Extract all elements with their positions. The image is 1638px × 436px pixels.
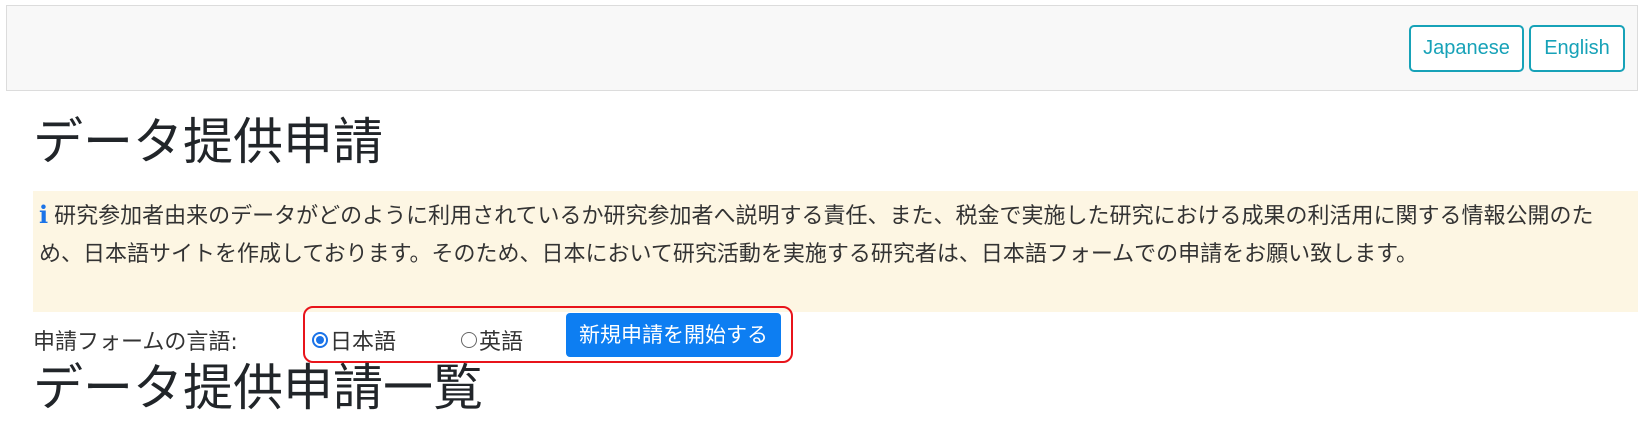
- radio-english-dot[interactable]: [461, 332, 477, 348]
- radio-japanese-label: 日本語: [330, 330, 397, 355]
- page-title: データ提供申請: [33, 113, 383, 171]
- english-language-button[interactable]: English: [1529, 25, 1625, 72]
- main-content: データ提供申請 i 研究参加者由来のデータがどのように利用されているか研究参加者へ…: [33, 91, 1638, 436]
- radio-japanese-dot[interactable]: [312, 332, 328, 348]
- start-new-application-button[interactable]: 新規申請を開始する: [566, 313, 781, 357]
- application-list-title: データ提供申請一覧: [33, 359, 483, 417]
- radio-english[interactable]: 英語: [461, 324, 523, 356]
- info-notice: i 研究参加者由来のデータがどのように利用されているか研究参加者へ説明する責任、ま…: [33, 191, 1638, 312]
- top-navbar: Japanese English: [6, 5, 1638, 91]
- notice-text: 研究参加者由来のデータがどのように利用されているか研究参加者へ説明する責任、また…: [39, 204, 1594, 267]
- radio-japanese[interactable]: 日本語: [312, 324, 396, 356]
- info-icon: i: [39, 200, 49, 229]
- form-language-label: 申請フォームの言語:: [33, 330, 238, 355]
- form-language-row: 申請フォームの言語: 日本語 英語 新規申請を開始する: [33, 306, 1033, 363]
- radio-english-label: 英語: [479, 330, 524, 355]
- japanese-language-button[interactable]: Japanese: [1409, 25, 1524, 72]
